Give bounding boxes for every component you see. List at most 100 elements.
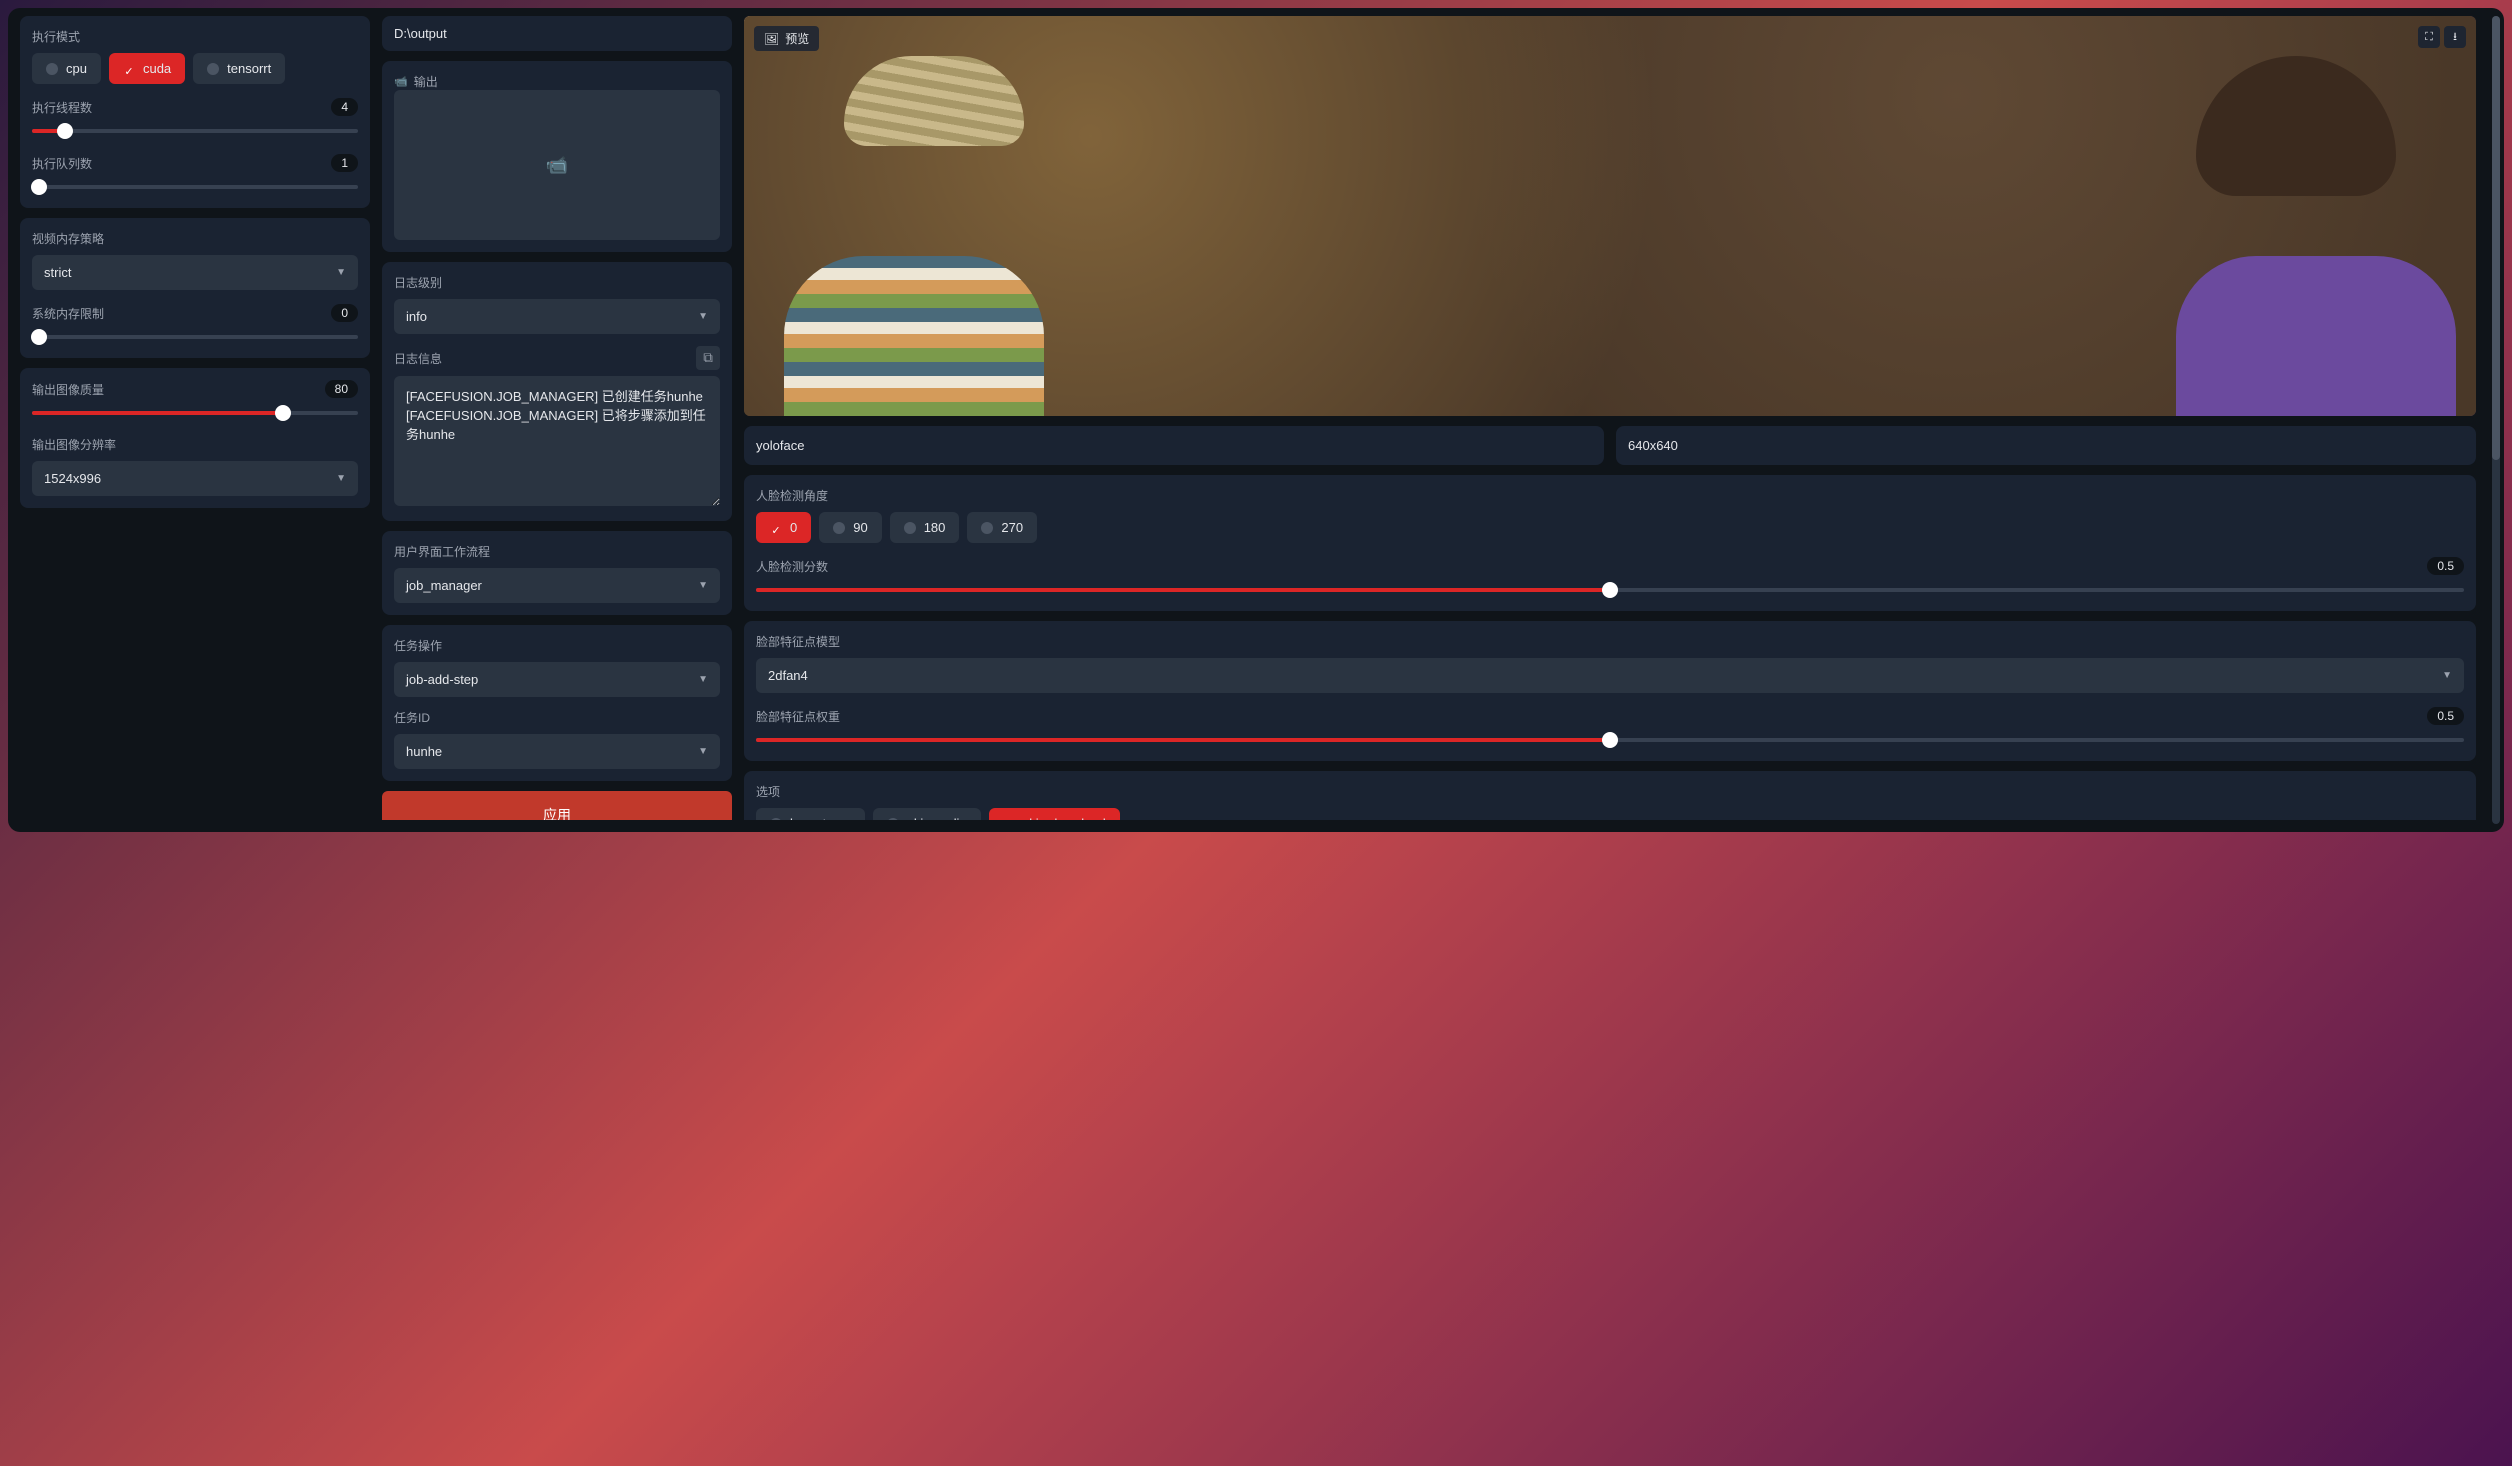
quality-slider[interactable] [32, 404, 358, 422]
option-keep-temp[interactable]: keep-temp [756, 808, 865, 820]
video-placeholder[interactable]: 📹 [394, 90, 720, 240]
landmark-label: 脸部特征点模型 [756, 633, 2464, 650]
fullscreen-button[interactable]: ⛶ [2418, 26, 2440, 48]
sysmem-value: 0 [331, 304, 358, 322]
queue-label: 执行队列数 [32, 155, 92, 172]
exec-mode-label: 执行模式 [32, 28, 358, 45]
thread-label: 执行线程数 [32, 99, 92, 116]
score-label: 人脸检测分数 [756, 558, 828, 575]
angle-panel: 人脸检测角度 0 90 180 270 人脸检测分数 0.5 [744, 475, 2476, 611]
radio-dot-icon [904, 522, 916, 534]
detector-model-select[interactable]: yoloface [756, 436, 1592, 455]
right-column: 🖼 预览 ⛶ ⭳ yoloface 640x640 人脸检测角度 [744, 16, 2492, 820]
app-window: 执行模式 cpu cuda tensorrt 执行线程数 4 执行队列数 1 [8, 8, 2504, 832]
quality-value: 80 [325, 380, 358, 398]
landmark-weight-value: 0.5 [2427, 707, 2464, 725]
radio-dot-icon [833, 522, 845, 534]
option-skip-download[interactable]: skip-download [989, 808, 1120, 820]
workflow-select[interactable]: job_manager ▼ [394, 568, 720, 603]
thread-slider[interactable] [32, 122, 358, 140]
exec-provider-group: cpu cuda tensorrt [32, 53, 358, 84]
fullscreen-icon: ⛶ [2425, 31, 2433, 44]
chevron-down-icon: ▼ [698, 311, 708, 322]
chevron-down-icon: ▼ [698, 674, 708, 685]
option-skip-audio[interactable]: skip-audio [873, 808, 980, 820]
preview-badge: 🖼 预览 [754, 26, 819, 51]
sysmem-slider[interactable] [32, 328, 358, 346]
jobaction-select[interactable]: job-add-step ▼ [394, 662, 720, 697]
jobid-label: 任务ID [394, 709, 720, 726]
thread-value: 4 [331, 98, 358, 116]
queue-value: 1 [331, 154, 358, 172]
quality-label: 输出图像质量 [32, 381, 104, 398]
output-path-input[interactable] [394, 24, 720, 43]
loglevel-select[interactable]: info ▼ [394, 299, 720, 334]
jobaction-label: 任务操作 [394, 637, 720, 654]
vram-label: 视频内存策略 [32, 230, 358, 247]
chevron-down-icon: ▼ [336, 473, 346, 484]
radio-dot-icon [46, 63, 58, 75]
radio-dot-icon [887, 818, 899, 821]
score-slider[interactable] [756, 581, 2464, 599]
options-label: 选项 [756, 783, 2464, 800]
angle-270[interactable]: 270 [967, 512, 1037, 543]
scrollbar[interactable] [2492, 16, 2500, 824]
exec-provider-cpu[interactable]: cpu [32, 53, 101, 84]
angle-0[interactable]: 0 [756, 512, 811, 543]
image-icon: 🖼 [764, 32, 779, 46]
landmark-weight-label: 脸部特征点权重 [756, 708, 840, 725]
chevron-down-icon: ▼ [2442, 670, 2452, 681]
radio-dot-icon [981, 522, 993, 534]
workflow-label: 用户界面工作流程 [394, 543, 720, 560]
detector-row: yoloface 640x640 [744, 426, 2476, 465]
jobid-select[interactable]: hunhe ▼ [394, 734, 720, 769]
log-panel: 日志级别 info ▼ 日志信息 ⧉ [382, 262, 732, 521]
loginfo-textarea[interactable] [394, 376, 720, 506]
camera-icon: 📹 [546, 155, 568, 176]
check-icon [123, 63, 135, 75]
angle-group: 0 90 180 270 [756, 512, 2464, 543]
loginfo-label: 日志信息 [394, 350, 442, 367]
middle-column: 📹 输出 📹 日志级别 info ▼ 日志信息 ⧉ 用户界面工作流程 job_m… [382, 16, 732, 820]
copy-icon: ⧉ [703, 350, 713, 366]
download-button[interactable]: ⭳ [2444, 26, 2466, 48]
vram-select[interactable]: strict ▼ [32, 255, 358, 290]
exec-mode-panel: 执行模式 cpu cuda tensorrt 执行线程数 4 执行队列数 1 [20, 16, 370, 208]
output-path-panel [382, 16, 732, 51]
options-group: keep-temp skip-audio skip-download [756, 808, 2464, 820]
video-icon: 📹 [394, 75, 408, 88]
preview-panel: 🖼 预览 ⛶ ⭳ [744, 16, 2476, 416]
job-panel: 任务操作 job-add-step ▼ 任务ID hunhe ▼ [382, 625, 732, 781]
preview-image[interactable] [744, 16, 2476, 416]
check-icon [1003, 818, 1015, 821]
resolution-select[interactable]: 1524x996 ▼ [32, 461, 358, 496]
exec-provider-tensorrt[interactable]: tensorrt [193, 53, 285, 84]
check-icon [770, 522, 782, 534]
angle-90[interactable]: 90 [819, 512, 881, 543]
output-label: 输出 [414, 73, 438, 90]
sysmem-label: 系统内存限制 [32, 305, 104, 322]
angle-label: 人脸检测角度 [756, 487, 2464, 504]
output-video-panel: 📹 输出 📹 [382, 61, 732, 252]
loglevel-label: 日志级别 [394, 274, 720, 291]
angle-180[interactable]: 180 [890, 512, 960, 543]
landmark-weight-slider[interactable] [756, 731, 2464, 749]
radio-dot-icon [207, 63, 219, 75]
exec-provider-cuda[interactable]: cuda [109, 53, 185, 84]
chevron-down-icon: ▼ [336, 267, 346, 278]
download-icon: ⭳ [2453, 28, 2457, 47]
scroll-thumb[interactable] [2492, 16, 2500, 460]
chevron-down-icon: ▼ [698, 580, 708, 591]
resolution-label: 输出图像分辨率 [32, 436, 358, 453]
landmark-select[interactable]: 2dfan4 ▼ [756, 658, 2464, 693]
queue-slider[interactable] [32, 178, 358, 196]
apply-button[interactable]: 应用 [382, 791, 732, 820]
copy-button[interactable]: ⧉ [696, 346, 720, 370]
radio-dot-icon [770, 818, 782, 821]
output-quality-panel: 输出图像质量 80 输出图像分辨率 1524x996 ▼ [20, 368, 370, 508]
workflow-panel: 用户界面工作流程 job_manager ▼ [382, 531, 732, 615]
options-panel: 选项 keep-temp skip-audio skip-download [744, 771, 2476, 820]
chevron-down-icon: ▼ [698, 746, 708, 757]
left-column: 执行模式 cpu cuda tensorrt 执行线程数 4 执行队列数 1 [20, 16, 370, 820]
detector-size-select[interactable]: 640x640 [1628, 436, 2464, 455]
